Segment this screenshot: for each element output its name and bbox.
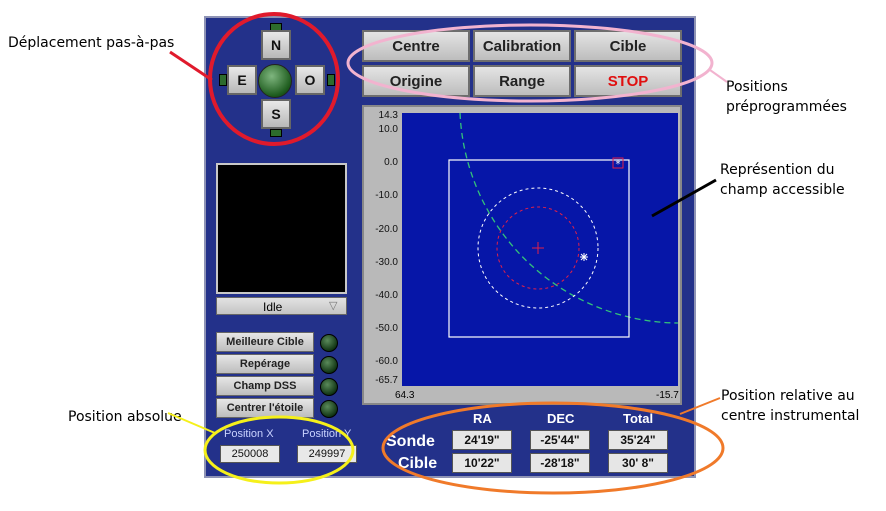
- orange-leader: [679, 397, 721, 415]
- yellow-ellipse: [203, 415, 355, 485]
- yellow-leader: [167, 412, 216, 434]
- orange-ellipse: [381, 401, 725, 495]
- red-ellipse: [208, 12, 340, 146]
- red-leader: [169, 50, 213, 82]
- pink-ellipse: [346, 23, 714, 103]
- annotation-overlay: [167, 12, 728, 495]
- black-leader: [651, 178, 717, 218]
- pink-leader: [709, 69, 728, 83]
